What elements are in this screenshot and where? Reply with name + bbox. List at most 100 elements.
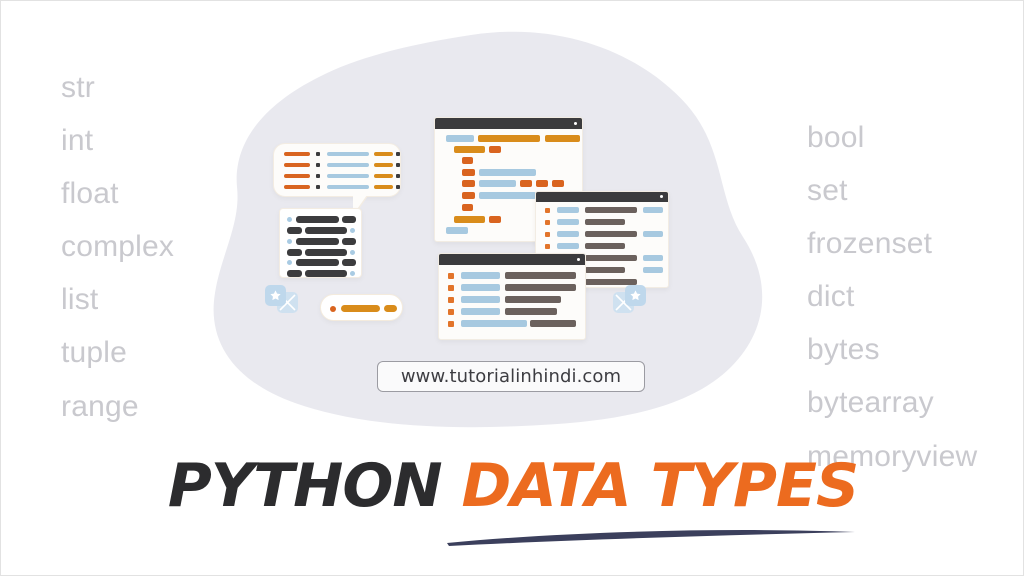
star-tile-left [265, 285, 299, 315]
card-bar-11 [287, 270, 302, 277]
front-blue-2 [461, 284, 500, 291]
pill-bar-long [341, 305, 380, 312]
card-bar-2 [342, 216, 356, 223]
website-url-text: www.tutorialinhindi.com [400, 366, 622, 387]
title-accent-words: DATA TYPES [461, 451, 860, 521]
front-list-window[interactable] [438, 253, 586, 340]
bubble-bar-b2 [327, 163, 369, 167]
side-blue-4 [557, 243, 579, 249]
side-bullet-4 [545, 244, 550, 249]
card-dot-2 [350, 228, 355, 233]
orange-pill [320, 294, 403, 321]
code-line-7a [462, 204, 473, 211]
side-gray-3 [585, 231, 637, 237]
code-line-3a [462, 157, 473, 164]
front-blue-5 [461, 320, 527, 327]
side-bullet-1 [545, 208, 550, 213]
code-line-8a [454, 216, 485, 223]
bubble-bar-b1 [327, 152, 369, 156]
card-dot-5 [287, 260, 292, 265]
side-list-window-dot [660, 195, 663, 198]
card-bar-9 [296, 259, 339, 266]
code-line-2a [454, 146, 485, 153]
card-bar-7 [287, 249, 302, 256]
code-line-2b [489, 146, 501, 153]
side-blue-r2 [643, 231, 663, 237]
front-gray-4 [505, 308, 557, 315]
card-bar-4 [305, 227, 347, 234]
code-line-5c [520, 180, 532, 187]
side-blue-r3 [643, 255, 663, 261]
side-blue-1 [557, 207, 579, 213]
code-line-5e [552, 180, 564, 187]
front-gray-2 [505, 284, 576, 291]
bubble-bullet-6 [396, 163, 400, 167]
bubble-bar-o3 [284, 174, 310, 178]
front-blue-3 [461, 296, 500, 303]
side-gray-6 [585, 267, 625, 273]
code-line-1c [545, 135, 580, 142]
website-url-badge[interactable]: www.tutorialinhindi.com [377, 361, 645, 392]
side-blue-2 [557, 219, 579, 225]
code-line-6b [479, 192, 536, 199]
card-bar-6 [342, 238, 356, 245]
side-bullet-3 [545, 232, 550, 237]
star-icon-right [625, 285, 646, 306]
bubble-bar-a3 [374, 174, 393, 178]
code-line-1a [446, 135, 474, 142]
card-bar-12 [305, 270, 347, 277]
code-line-6a [462, 192, 475, 199]
bubble-bar-a1 [374, 152, 393, 156]
code-editor-titlebar [435, 118, 582, 129]
front-gray-1 [505, 272, 576, 279]
code-line-5a [462, 180, 475, 187]
side-bullet-2 [545, 220, 550, 225]
bubble-bullet-1 [316, 152, 320, 156]
side-gray-4 [585, 243, 625, 249]
poster-canvas: str int float complex list tuple range b… [0, 0, 1024, 576]
code-line-5d [536, 180, 548, 187]
bubble-bar-b4 [327, 185, 369, 189]
bubble-bar-b3 [327, 174, 369, 178]
front-blue-4 [461, 308, 500, 315]
front-bullet-3 [448, 297, 454, 303]
dark-list-card [279, 208, 362, 278]
bubble-bullet-3 [316, 174, 320, 178]
code-line-9a [446, 227, 468, 234]
poster-title: PYTHON DATA TYPES [1, 456, 1023, 516]
side-gray-5 [585, 255, 637, 261]
bubble-bullet-4 [316, 185, 320, 189]
pill-bar-short [384, 305, 397, 312]
card-bar-3 [287, 227, 302, 234]
side-blue-r1 [643, 207, 663, 213]
code-line-1b [478, 135, 540, 142]
front-bullet-2 [448, 285, 454, 291]
star-tile-right [613, 285, 647, 315]
card-dot-3 [287, 239, 292, 244]
pill-dot [330, 306, 336, 312]
card-bar-5 [296, 238, 339, 245]
bubble-bullet-8 [396, 185, 400, 189]
side-gray-2 [585, 219, 625, 225]
bubble-bar-a4 [374, 185, 393, 189]
code-editor-window-dot [574, 122, 577, 125]
bubble-bar-o2 [284, 163, 310, 167]
front-list-window-dot [577, 258, 580, 261]
speech-bubble-code-snippet [273, 143, 401, 197]
front-list-titlebar [439, 254, 585, 265]
card-dot-4 [350, 250, 355, 255]
front-bullet-5 [448, 321, 454, 327]
code-line-5b [479, 180, 516, 187]
code-line-8b [489, 216, 501, 223]
bubble-bar-o1 [284, 152, 310, 156]
card-bar-1 [296, 216, 339, 223]
star-icon-left [265, 285, 286, 306]
title-main-word: PYTHON [167, 451, 443, 521]
side-blue-r4 [643, 267, 663, 273]
bubble-bullet-2 [316, 163, 320, 167]
side-gray-1 [585, 207, 637, 213]
bubble-bullet-7 [396, 174, 400, 178]
bubble-bar-a2 [374, 163, 393, 167]
card-bar-8 [305, 249, 347, 256]
card-dot-1 [287, 217, 292, 222]
